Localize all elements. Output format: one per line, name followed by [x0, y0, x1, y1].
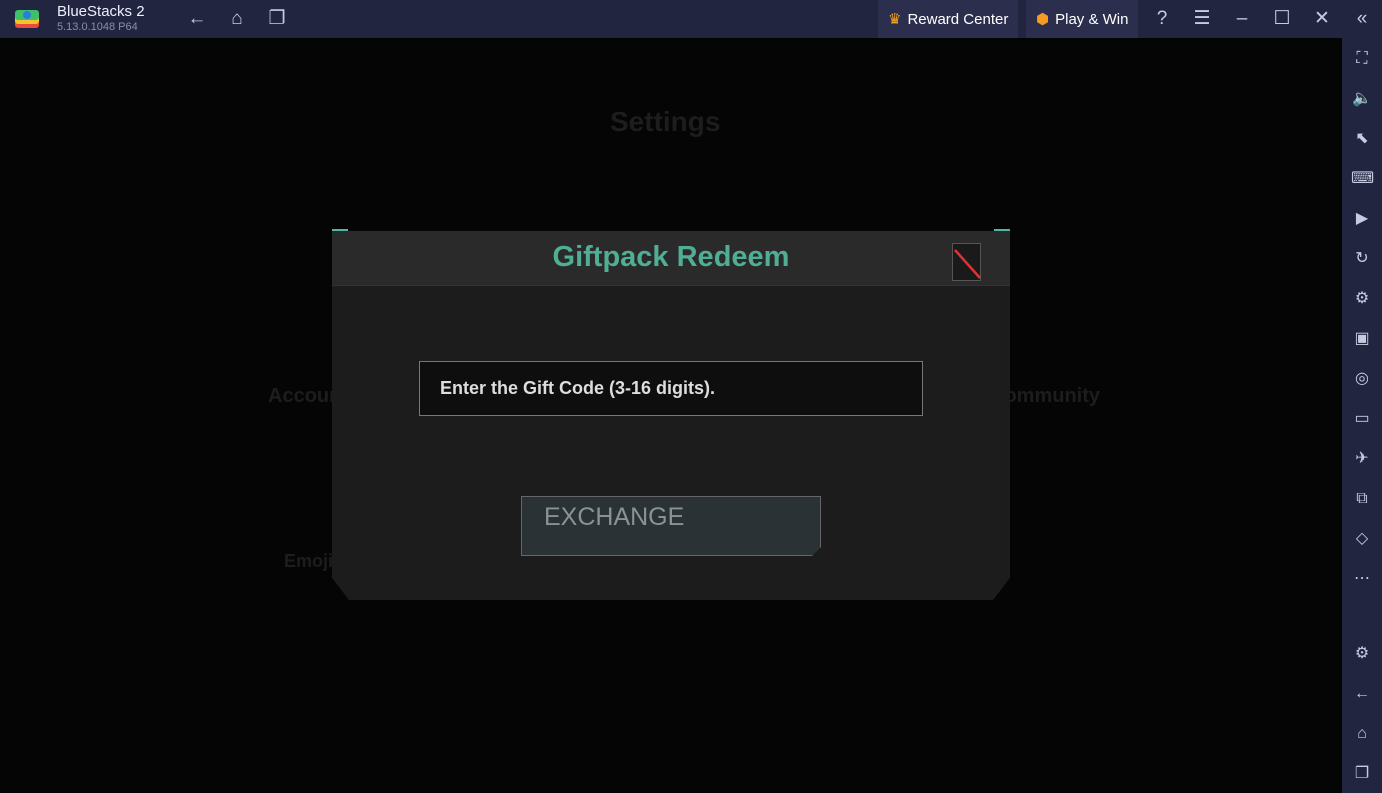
dialog-header: Giftpack Redeem	[332, 231, 1010, 286]
crown-icon: ♛	[888, 11, 902, 28]
android-home-icon[interactable]: ⌂	[1351, 723, 1373, 745]
play-win-button[interactable]: ⬢ Play & Win	[1026, 0, 1139, 38]
eco-mode-icon[interactable]: ◇	[1351, 528, 1373, 550]
dialog-title: Giftpack Redeem	[552, 241, 790, 273]
airplane-icon[interactable]: ✈	[1351, 448, 1373, 470]
folder-icon[interactable]: ▭	[1351, 408, 1373, 430]
home-icon[interactable]: ⌂	[226, 8, 248, 30]
giftpack-redeem-dialog: Giftpack Redeem Enter the Gift Code (3-1…	[332, 231, 1010, 600]
app-version: 5.13.0.1048 P64	[57, 21, 138, 33]
menu-icon[interactable]: ☰	[1191, 8, 1213, 30]
collapse-sidebar-icon[interactable]: «	[1351, 8, 1373, 30]
macro-play-icon[interactable]: ▶	[1351, 208, 1373, 230]
help-icon[interactable]: ?	[1151, 8, 1173, 30]
close-window-icon[interactable]: ✕	[1311, 8, 1333, 30]
emoji-label[interactable]: Emoji	[284, 551, 333, 572]
minimize-icon[interactable]: –	[1231, 8, 1253, 30]
more-icon[interactable]: ⋯	[1351, 568, 1373, 590]
pointer-icon[interactable]: ⬉	[1351, 128, 1373, 150]
screenshot-icon[interactable]: ◎	[1351, 368, 1373, 390]
multi-instance-icon[interactable]: ⚙	[1351, 288, 1373, 310]
app-title: BlueStacks 2	[57, 3, 145, 20]
settings-title: Settings	[610, 106, 721, 137]
reward-center-button[interactable]: ♛ Reward Center	[878, 0, 1019, 38]
coin-icon: ⬢	[1036, 11, 1050, 28]
maximize-icon[interactable]: ☐	[1271, 8, 1293, 30]
recent-apps-icon[interactable]: ❐	[266, 8, 288, 30]
reward-center-label: Reward Center	[907, 10, 1009, 28]
settings-icon[interactable]: ⚙	[1351, 643, 1373, 665]
play-win-label: Play & Win	[1055, 10, 1129, 28]
close-dialog-button[interactable]	[952, 243, 981, 281]
rotate-icon[interactable]: ↻	[1351, 248, 1373, 270]
resize-icon[interactable]: ⧉	[1351, 488, 1373, 510]
back-icon[interactable]: ←	[186, 8, 208, 30]
title-bar: BlueStacks 2 5.13.0.1048 P64 ← ⌂ ❐ ♛ Rewa…	[0, 0, 1382, 38]
keyboard-icon[interactable]: ⌨	[1351, 168, 1374, 190]
exchange-label: EXCHANGE	[544, 503, 685, 531]
android-recent-icon[interactable]: ❐	[1351, 763, 1373, 785]
bluestacks-logo	[15, 10, 39, 28]
close-icon	[954, 249, 981, 279]
right-sidebar: ⛶ 🔈 ⬉ ⌨ ▶ ↻ ⚙ ▣ ◎ ▭ ✈ ⧉ ◇ ⋯ ⚙ ← ⌂ ❐	[1342, 38, 1382, 793]
exchange-button[interactable]: EXCHANGE	[521, 496, 821, 556]
fullscreen-icon[interactable]: ⛶	[1351, 48, 1373, 70]
gift-code-input[interactable]: Enter the Gift Code (3-16 digits).	[419, 361, 923, 416]
volume-mute-icon[interactable]: 🔈	[1351, 88, 1373, 110]
android-back-icon[interactable]: ←	[1351, 683, 1373, 705]
apk-install-icon[interactable]: ▣	[1351, 328, 1373, 350]
